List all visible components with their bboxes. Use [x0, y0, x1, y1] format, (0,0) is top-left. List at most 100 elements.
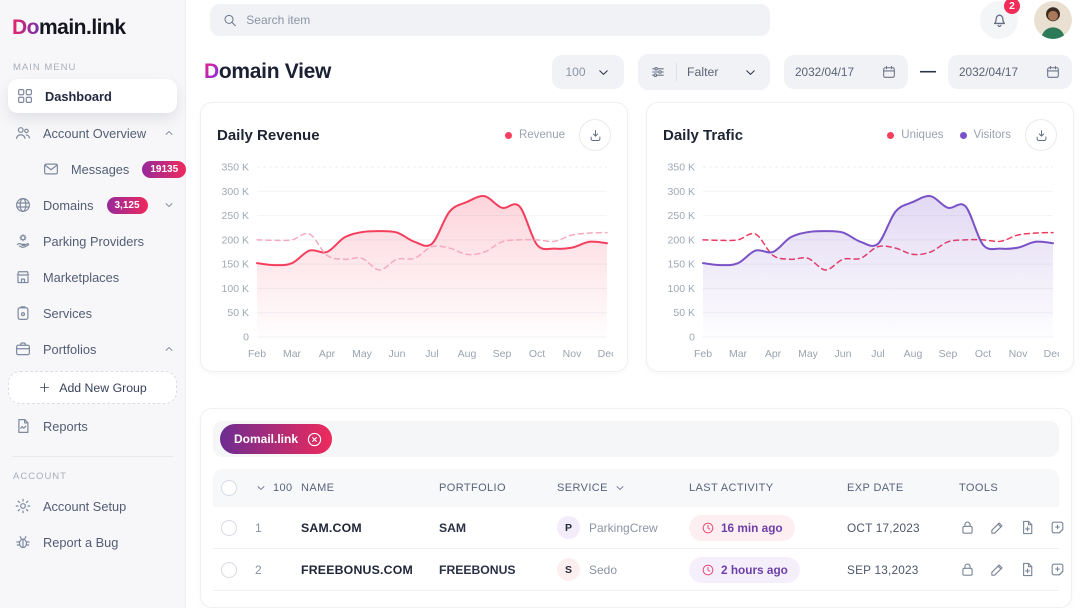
portfolio-name: SAM: [439, 521, 557, 535]
svg-text:50 K: 50 K: [673, 307, 695, 319]
svg-text:Jun: Jun: [835, 348, 852, 360]
svg-text:Apr: Apr: [765, 348, 782, 360]
chart-plot: 350 K300 K250 K200 K150 K100 K50 K0FebMa…: [661, 157, 1059, 365]
sidebar-item-label: Account Setup: [43, 499, 126, 514]
download-button[interactable]: [579, 119, 611, 151]
sidebar-item-label: Add New Group: [59, 381, 147, 395]
topbar: 2: [186, 0, 1088, 40]
chevron-up-icon: [163, 343, 175, 355]
sidebar-item-label: Portfolios: [43, 342, 96, 357]
search-input[interactable]: [246, 13, 758, 27]
chart-card-daily-revenue: Daily RevenueRevenue350 K300 K250 K200 K…: [200, 102, 628, 372]
svg-text:Aug: Aug: [904, 348, 923, 360]
file-plus-icon[interactable]: [1019, 561, 1036, 578]
users-icon: [14, 124, 32, 142]
filter-dropdown[interactable]: Falter: [638, 54, 770, 90]
filter-chip-label: Domail.link: [234, 432, 298, 446]
lock-icon[interactable]: [959, 519, 976, 536]
sidebar-item-services[interactable]: Services: [0, 295, 185, 331]
topbar-right: 2: [980, 1, 1072, 39]
sidebar-item-domains[interactable]: Domains3,125: [0, 187, 185, 223]
portfolio-name: FREEBONUS: [439, 563, 557, 577]
sidebar-item-account-overview[interactable]: Account Overview: [0, 115, 185, 151]
select-all-checkbox[interactable]: [221, 480, 237, 496]
notification-badge: 2: [1004, 0, 1020, 14]
svg-text:Mar: Mar: [283, 348, 302, 360]
last-activity-cell: 2 hours ago: [689, 557, 847, 583]
row-number: 2: [255, 563, 301, 577]
sidebar-item-account-setup[interactable]: Account Setup: [0, 488, 185, 524]
svg-text:350 K: 350 K: [668, 162, 695, 174]
domain-name: FREEBONUS.COM: [301, 563, 439, 577]
calendar-icon: [1045, 64, 1061, 80]
row-checkbox[interactable]: [221, 562, 237, 578]
page-size-value: 100: [565, 65, 585, 79]
page-title: Domain View: [204, 60, 331, 84]
search-icon: [222, 12, 237, 28]
grid-icon: [16, 87, 34, 105]
sidebar-item-label: Parking Providers: [43, 234, 144, 249]
page-header: Domain View 100 Falter 2032/04/17 —: [204, 54, 1072, 90]
sidebar-add-new-group-button[interactable]: Add New Group: [8, 371, 177, 404]
edit-icon[interactable]: [989, 561, 1006, 578]
divider: [676, 63, 677, 81]
download-button[interactable]: [1025, 119, 1057, 151]
service-initial-avatar: S: [557, 558, 580, 581]
service-initial-avatar: P: [557, 516, 580, 539]
service-cell: PParkingCrew: [557, 516, 689, 539]
date-from-picker[interactable]: 2032/04/17: [784, 55, 908, 89]
svg-text:100 K: 100 K: [222, 283, 249, 295]
user-avatar[interactable]: [1034, 1, 1072, 39]
svg-text:200 K: 200 K: [222, 234, 249, 246]
sidebar-item-portfolios[interactable]: Portfolios: [0, 331, 185, 367]
legend-dot: [887, 132, 894, 139]
page-size-select[interactable]: 100: [552, 55, 624, 89]
exp-date: OCT 17,2023: [847, 521, 959, 535]
edit-icon[interactable]: [989, 519, 1006, 536]
legend-item: Uniques: [887, 129, 943, 141]
svg-text:300 K: 300 K: [668, 186, 695, 198]
bell-icon: [990, 11, 1009, 30]
section-label: MAIN MENU: [13, 62, 173, 73]
legend-item: Visitors: [960, 129, 1012, 141]
chart-title: Daily Trafic: [663, 127, 743, 144]
sidebar-item-report-a-bug[interactable]: Report a Bug: [0, 524, 185, 560]
svg-text:Jul: Jul: [425, 348, 438, 360]
date-to-picker[interactable]: 2032/04/17: [948, 55, 1072, 89]
search-box[interactable]: [210, 4, 770, 36]
close-icon[interactable]: [306, 431, 323, 448]
svg-text:Dec: Dec: [598, 348, 613, 360]
svg-text:Sep: Sep: [493, 348, 512, 360]
column-header-label: SERVICE: [557, 482, 608, 494]
services-icon: [14, 304, 32, 322]
svg-text:50 K: 50 K: [227, 307, 249, 319]
table-count-header[interactable]: 100: [255, 482, 301, 494]
sidebar-item-label: Services: [43, 306, 92, 321]
note-add-icon[interactable]: [1049, 561, 1066, 578]
main-area: 2 Domain View 100 Falter: [186, 0, 1088, 608]
lock-icon[interactable]: [959, 561, 976, 578]
column-header-service[interactable]: SERVICE: [557, 482, 689, 494]
sidebar-item-parking-providers[interactable]: Parking Providers: [0, 223, 185, 259]
notifications-button[interactable]: 2: [980, 1, 1018, 39]
legend-label: Visitors: [974, 129, 1012, 141]
svg-text:250 K: 250 K: [668, 210, 695, 222]
sidebar-item-marketplaces[interactable]: Marketplaces: [0, 259, 185, 295]
column-header-label: NAME: [301, 482, 334, 494]
svg-text:Jul: Jul: [871, 348, 884, 360]
sidebar-item-reports[interactable]: Reports: [0, 408, 185, 444]
file-plus-icon[interactable]: [1019, 519, 1036, 536]
domains-table-card: Domail.link 100NAMEPORTFOLIOSERVICELAST …: [200, 408, 1072, 608]
sidebar-item-messages[interactable]: Messages19135: [0, 151, 185, 187]
note-add-icon[interactable]: [1049, 519, 1066, 536]
svg-text:Oct: Oct: [975, 348, 991, 360]
filter-chip[interactable]: Domail.link: [220, 424, 332, 454]
column-header-portfolio: PORTFOLIO: [439, 482, 557, 494]
row-checkbox[interactable]: [221, 520, 237, 536]
sidebar-item-label: Marketplaces: [43, 270, 119, 285]
tools-cell: [959, 519, 1066, 536]
tools-cell: [959, 561, 1066, 578]
sidebar-item-dashboard[interactable]: Dashboard: [8, 79, 177, 113]
chevron-down-icon: [596, 65, 611, 80]
clock-icon: [701, 521, 715, 535]
